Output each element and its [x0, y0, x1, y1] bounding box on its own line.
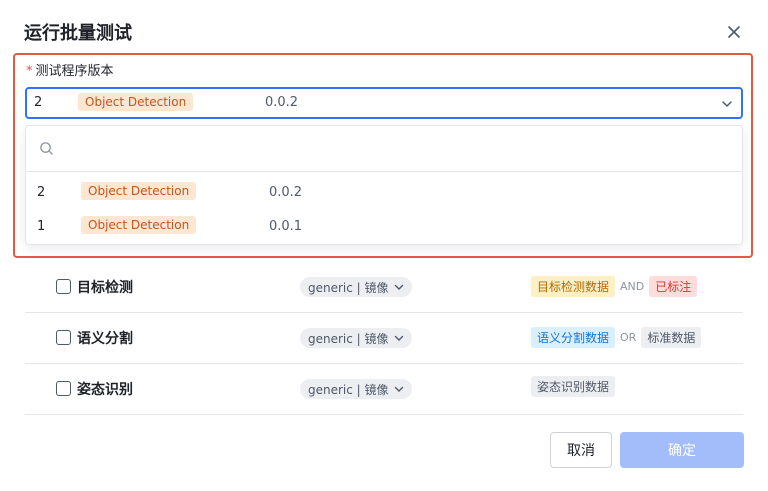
- task-checkbox[interactable]: [56, 381, 71, 396]
- data-tags: 语义分割数据 OR 标准数据: [531, 327, 702, 348]
- cancel-button[interactable]: 取消: [550, 432, 612, 468]
- image-select[interactable]: generic | 镜像: [300, 379, 412, 399]
- image-select-label: generic | 镜像: [308, 331, 389, 346]
- data-tag: 已标注: [649, 276, 698, 297]
- option-num: 2: [37, 185, 46, 200]
- option-version: 0.0.1: [269, 219, 303, 234]
- data-tag: 目标检测数据: [531, 276, 616, 297]
- selected-version: 0.0.2: [265, 95, 299, 110]
- image-select-label: generic | 镜像: [308, 280, 389, 295]
- dropdown-option[interactable]: 2 Object Detection 0.0.2: [26, 177, 742, 209]
- image-select[interactable]: generic | 镜像: [300, 277, 412, 297]
- data-tags: 目标检测数据 AND 已标注: [531, 276, 698, 297]
- version-select[interactable]: 2 Object Detection 0.0.2: [25, 87, 743, 119]
- selected-tag: Object Detection: [78, 93, 194, 111]
- search-icon: [40, 142, 53, 155]
- dropdown-search: [26, 126, 742, 172]
- selected-num: 2: [34, 95, 43, 110]
- dialog-title: 运行批量测试: [24, 23, 132, 44]
- version-dropdown: 2 Object Detection 0.0.2 1 Object Detect…: [25, 125, 743, 245]
- task-checkbox[interactable]: [56, 330, 71, 345]
- chevron-down-icon: [722, 101, 732, 107]
- task-row: 姿态识别 generic | 镜像 姿态识别数据: [25, 364, 743, 415]
- dropdown-search-input[interactable]: [62, 136, 722, 162]
- task-name: 姿态识别: [77, 382, 133, 398]
- close-button[interactable]: [724, 22, 744, 42]
- data-tags: 姿态识别数据: [531, 376, 616, 397]
- image-select-label: generic | 镜像: [308, 382, 389, 397]
- data-tag: 姿态识别数据: [531, 376, 616, 397]
- option-num: 1: [37, 219, 46, 234]
- required-mark: *: [26, 64, 33, 79]
- task-checkbox[interactable]: [56, 279, 71, 294]
- task-row: 语义分割 generic | 镜像 语义分割数据 OR 标准数据: [25, 313, 743, 364]
- option-tag: Object Detection: [81, 216, 197, 234]
- data-tag: 标准数据: [641, 327, 702, 348]
- version-field-label-text: 测试程序版本: [35, 64, 114, 79]
- version-field-label: * 测试程序版本: [26, 60, 114, 79]
- logic-operator: AND: [620, 280, 645, 293]
- batch-test-dialog: 运行批量测试 * 测试程序版本 2 Object Detection 0.0.2 …: [0, 0, 768, 491]
- task-name: 语义分割: [77, 331, 133, 347]
- task-row: 目标检测 generic | 镜像 目标检测数据 AND 已标注: [25, 262, 743, 313]
- logic-operator: OR: [620, 331, 637, 344]
- option-version: 0.0.2: [269, 185, 303, 200]
- dropdown-option[interactable]: 1 Object Detection 0.0.1: [26, 211, 742, 243]
- data-tag: 语义分割数据: [531, 327, 616, 348]
- chevron-down-icon: [394, 284, 403, 290]
- option-tag: Object Detection: [81, 182, 197, 200]
- chevron-down-icon: [394, 386, 403, 392]
- close-icon: [728, 26, 740, 38]
- image-select[interactable]: generic | 镜像: [300, 328, 412, 348]
- task-name: 目标检测: [77, 280, 133, 296]
- confirm-button[interactable]: 确定: [620, 432, 744, 468]
- chevron-down-icon: [394, 335, 403, 341]
